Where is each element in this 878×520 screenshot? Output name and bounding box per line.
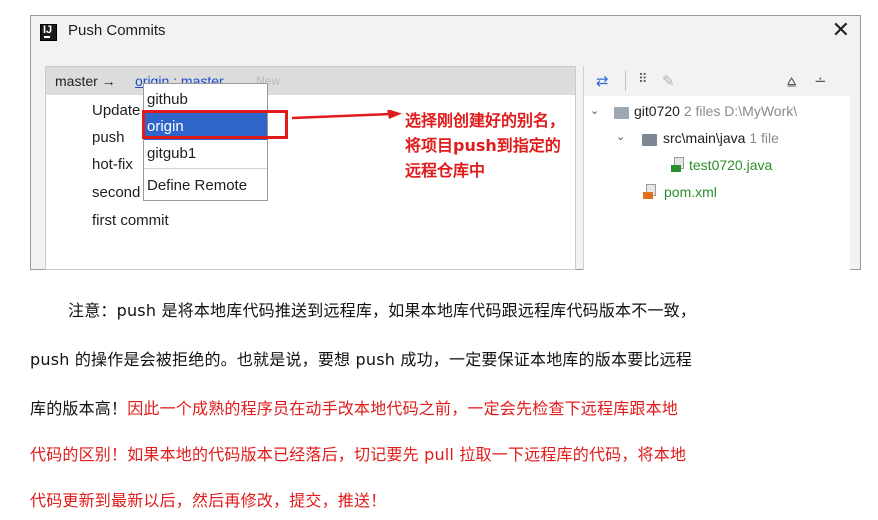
paragraph-line: push 的操作是会被拒绝的。也就是说，要想 push 成功，一定要保证本地库的… bbox=[30, 350, 693, 369]
toolbar-divider bbox=[625, 71, 626, 91]
collapse-all-icon[interactable]: ∸ bbox=[814, 72, 827, 90]
files-toolbar: ⇄ ⠿ ✎ ⩠ ∸ bbox=[584, 66, 850, 96]
commit-item[interactable]: Update bbox=[92, 102, 140, 119]
commit-item[interactable]: hot-fix bbox=[92, 156, 133, 173]
tree-file[interactable]: pom.xml bbox=[664, 184, 717, 200]
folder-icon bbox=[642, 134, 657, 146]
title-bar: IJ Push Commits ✕ bbox=[31, 16, 860, 49]
commit-item[interactable]: first commit bbox=[92, 212, 169, 229]
dropdown-item-github[interactable]: github bbox=[144, 86, 267, 113]
annotation-line: 选择刚创建好的别名， bbox=[405, 111, 566, 130]
chevron-down-icon[interactable]: ⌄ bbox=[616, 130, 625, 143]
highlight-box bbox=[142, 110, 288, 139]
remote-dropdown: github origin gitgub1 Define Remote bbox=[143, 83, 268, 201]
annotation-arrow-icon bbox=[292, 110, 402, 120]
edit-icon[interactable]: ✎ bbox=[662, 72, 675, 90]
branch-row[interactable]: master → origin : master New bbox=[46, 67, 575, 95]
group-icon[interactable]: ⠿ bbox=[638, 72, 648, 87]
tree-file[interactable]: test0720.java bbox=[689, 157, 772, 173]
commit-item[interactable]: push bbox=[92, 129, 125, 146]
close-icon[interactable]: ✕ bbox=[832, 18, 850, 43]
dialog-title: Push Commits bbox=[68, 22, 166, 39]
paragraph-text: 库的版本高！ bbox=[30, 399, 128, 418]
local-branch-label: master → bbox=[55, 73, 116, 89]
xml-file-icon bbox=[643, 184, 657, 200]
paragraph-line: 库的版本高！因此一个成熟的程序员在动手改本地代码之前，一定会先检查下远程库跟本地 bbox=[30, 395, 678, 419]
paragraph-line: 代码的区别！如果本地的代码版本已经落后，切记要先 pull 拉取一下远程库的代码… bbox=[30, 445, 687, 464]
annotation-line: 远程仓库中 bbox=[405, 161, 486, 180]
tree-folder-name: src\main\java bbox=[663, 130, 746, 146]
annotation-line: 将项目push到指定的 bbox=[405, 136, 561, 155]
dropdown-item-gitgub1[interactable]: gitgub1 bbox=[144, 140, 267, 167]
commit-item[interactable]: second bbox=[92, 184, 140, 201]
tree-folder-meta: 1 file bbox=[749, 130, 779, 146]
paragraph-warning-text: 因此一个成熟的程序员在动手改本地代码之前，一定会先检查下远程库跟本地 bbox=[127, 399, 679, 418]
expand-all-icon[interactable]: ⩠ bbox=[787, 72, 796, 90]
paragraph-line: 注意：push 是将本地库代码推送到远程库，如果本地库代码跟远程库代码版本不一致… bbox=[68, 301, 697, 320]
tree-folder[interactable]: src\main\java 1 file bbox=[663, 130, 779, 146]
dropdown-divider bbox=[144, 168, 267, 169]
tree-root-meta: 2 files D:\MyWork\ bbox=[683, 103, 798, 119]
tree-root-name: git0720 bbox=[634, 103, 680, 119]
java-file-icon bbox=[671, 157, 685, 173]
annotation-text: 选择刚创建好的别名， 将项目push到指定的 远程仓库中 bbox=[405, 108, 605, 183]
paragraph-line: 代码更新到最新以后，然后再修改，提交，推送！ bbox=[30, 491, 387, 510]
intellij-app-icon: IJ bbox=[40, 24, 57, 41]
tree-root[interactable]: git0720 2 files D:\MyWork\ bbox=[634, 103, 797, 119]
changed-files-pane: ⇄ ⠿ ✎ ⩠ ∸ ⌄ git0720 2 files D:\MyWork\ ⌄… bbox=[583, 66, 850, 270]
pin-icon[interactable]: ⇄ bbox=[596, 72, 609, 90]
dropdown-item-define-remote[interactable]: Define Remote bbox=[144, 172, 267, 199]
module-folder-icon bbox=[614, 107, 629, 119]
